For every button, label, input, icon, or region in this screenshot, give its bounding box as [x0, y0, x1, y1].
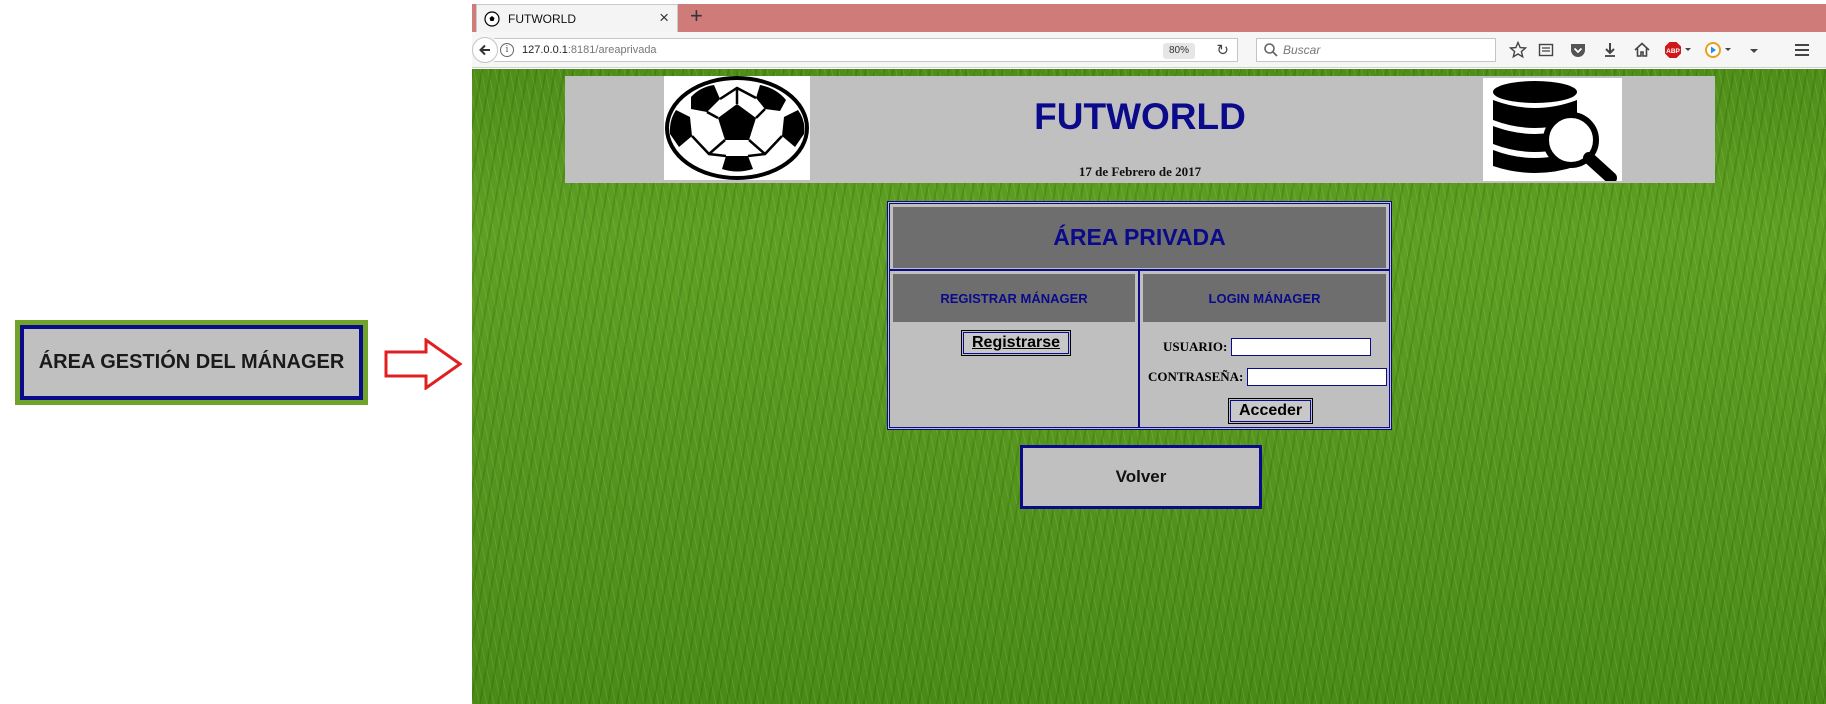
page-content: FUTWORLD 17 de Febrero de 2017 ÁREA PRIV… [472, 69, 1826, 704]
overflow-icon[interactable] [1744, 40, 1764, 60]
star-icon[interactable] [1508, 40, 1528, 60]
browser-window: FUTWORLD × + i 127.0.0.1:8181/areaprivad… [472, 0, 1826, 704]
search-box[interactable]: Buscar [1256, 38, 1496, 62]
username-row: USUARIO: [1163, 338, 1372, 356]
password-label: CONTRASEÑA: [1148, 369, 1244, 384]
login-heading: LOGIN MÁNAGER [1143, 274, 1386, 322]
password-row: CONTRASEÑA: [1148, 368, 1388, 386]
tab-title: FUTWORLD [508, 11, 576, 26]
divider [1138, 271, 1140, 427]
username-label: USUARIO: [1163, 339, 1228, 354]
new-tab-button[interactable]: + [690, 3, 703, 29]
reload-icon[interactable]: ↻ [1216, 41, 1229, 59]
red-arrow-icon [384, 338, 463, 390]
private-area-title: ÁREA PRIVADA [893, 207, 1386, 268]
username-input[interactable] [1231, 338, 1372, 356]
adblock-icon[interactable]: ABP [1664, 40, 1694, 60]
back-arrow-icon [479, 44, 490, 56]
password-input[interactable] [1247, 368, 1388, 386]
soccer-ball-icon [484, 10, 500, 27]
extension-icon[interactable] [1704, 40, 1734, 60]
pocket-icon[interactable] [1568, 40, 1588, 60]
download-icon[interactable] [1600, 40, 1620, 60]
search-icon [1264, 43, 1278, 57]
database-search-icon [1483, 78, 1622, 181]
svg-text:ABP: ABP [1666, 48, 1680, 55]
zoom-indicator[interactable]: 80% [1162, 43, 1195, 59]
back-page-button[interactable]: Volver [1020, 445, 1262, 509]
login-section: LOGIN MÁNAGER USUARIO: CONTRASEÑA: Acced… [1143, 274, 1388, 426]
annotation-callout: ÁREA GESTIÓN DEL MÁNAGER [15, 320, 368, 405]
tab-strip: FUTWORLD × + [472, 0, 1826, 32]
site-banner: FUTWORLD 17 de Febrero de 2017 [565, 76, 1715, 183]
info-icon[interactable]: i [500, 43, 514, 57]
search-placeholder: Buscar [1283, 43, 1321, 57]
register-button[interactable]: Registrarse [960, 330, 1072, 356]
register-heading: REGISTRAR MÁNAGER [893, 274, 1135, 322]
menu-icon[interactable] [1792, 40, 1812, 60]
annotation-label: ÁREA GESTIÓN DEL MÁNAGER [20, 325, 363, 400]
back-button[interactable] [472, 37, 498, 63]
tab-futworld[interactable]: FUTWORLD × [476, 4, 678, 32]
reader-list-icon[interactable] [1536, 40, 1556, 60]
navigation-bar: i 127.0.0.1:8181/areaprivada 80% ↻ Busca… [472, 32, 1826, 68]
url-text[interactable]: 127.0.0.1:8181/areaprivada [522, 44, 657, 56]
login-button[interactable]: Acceder [1227, 398, 1314, 424]
register-section: REGISTRAR MÁNAGER Registrarse [893, 274, 1135, 426]
close-tab-icon[interactable]: × [659, 9, 669, 27]
home-icon[interactable] [1632, 40, 1652, 60]
private-area-panel: ÁREA PRIVADA REGISTRAR MÁNAGER Registrar… [887, 201, 1392, 430]
address-bar[interactable]: i 127.0.0.1:8181/areaprivada 80% ↻ [494, 38, 1238, 62]
